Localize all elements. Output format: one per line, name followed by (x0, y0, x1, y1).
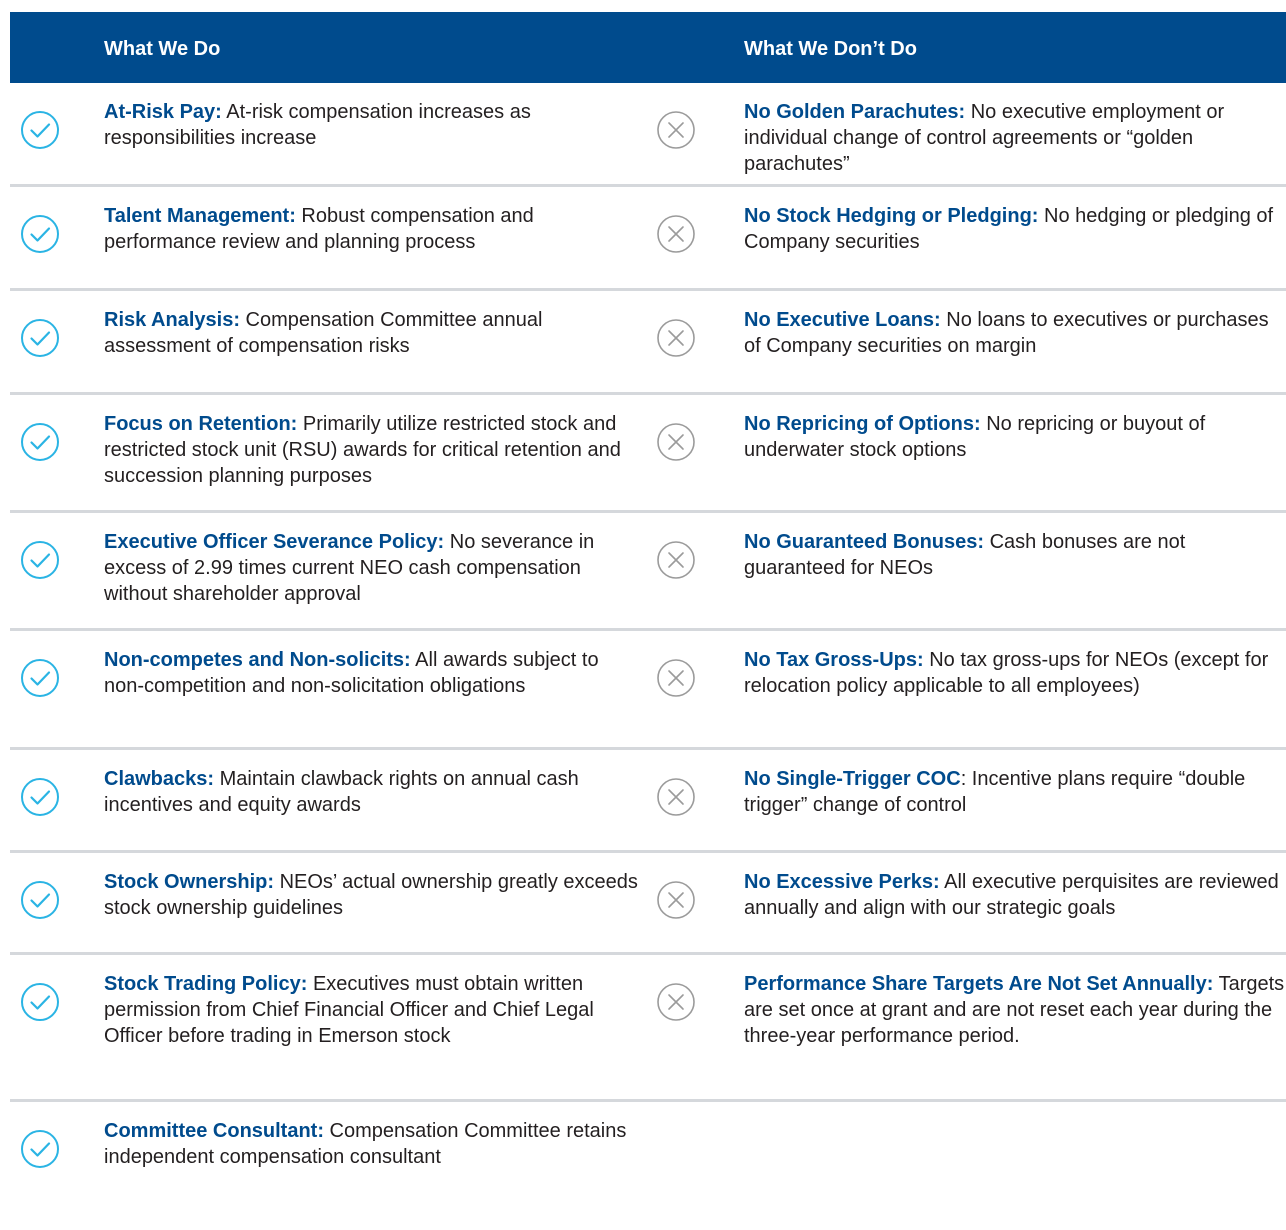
table-row: Committee Consultant: Compensation Commi… (10, 1102, 1286, 1182)
practice-do: Stock Trading Policy: Executives must ob… (104, 971, 644, 1049)
x-circle-icon (656, 880, 696, 920)
practice-do: Clawbacks: Maintain clawback rights on a… (104, 766, 644, 818)
table-row: Non-competes and Non-solicits: All award… (10, 631, 1286, 750)
check-circle-icon (20, 658, 60, 698)
practice-title: Clawbacks: (104, 768, 215, 790)
x-circle-icon (656, 422, 696, 462)
practice-dont: No Executive Loans: No loans to executiv… (744, 307, 1286, 359)
check-circle-icon (20, 880, 60, 920)
practice-title: Talent Management: (104, 205, 296, 227)
x-circle-icon (656, 777, 696, 817)
table-row: Risk Analysis: Compensation Committee an… (10, 291, 1286, 395)
table-row: Talent Management: Robust compensation a… (10, 187, 1286, 291)
practice-do: Focus on Retention: Primarily utilize re… (104, 411, 644, 489)
practice-do: Stock Ownership: NEOs’ actual ownership … (104, 869, 644, 921)
practice-title: No Golden Parachutes: (744, 101, 966, 123)
practice-title: Performance Share Targets Are Not Set An… (744, 973, 1214, 995)
table-row: Focus on Retention: Primarily utilize re… (10, 395, 1286, 513)
table-row: Stock Trading Policy: Executives must ob… (10, 955, 1286, 1102)
practices-table: What We Do What We Don’t Do At-Risk Pay:… (10, 12, 1286, 1182)
practice-dont: No Tax Gross-Ups: No tax gross-ups for N… (744, 647, 1286, 699)
check-circle-icon (20, 110, 60, 150)
practice-title: No Repricing of Options: (744, 413, 981, 435)
practice-title: Focus on Retention: (104, 413, 298, 435)
practice-do: Executive Officer Severance Policy: No s… (104, 529, 644, 607)
table-row: At-Risk Pay: At-risk compensation increa… (10, 83, 1286, 187)
check-circle-icon (20, 982, 60, 1022)
practice-dont: No Guaranteed Bonuses: Cash bonuses are … (744, 529, 1286, 581)
x-circle-icon (656, 214, 696, 254)
practice-title: No Executive Loans: (744, 309, 941, 331)
x-circle-icon (656, 110, 696, 150)
practice-title: Non-competes and Non-solicits: (104, 649, 411, 671)
practice-dont: Performance Share Targets Are Not Set An… (744, 971, 1286, 1049)
practice-dont: No Stock Hedging or Pledging: No hedging… (744, 203, 1286, 255)
x-circle-icon (656, 982, 696, 1022)
header-what-we-do: What We Do (104, 38, 221, 60)
x-circle-icon (656, 540, 696, 580)
practice-dont: No Repricing of Options: No repricing or… (744, 411, 1286, 463)
table-header: What We Do What We Don’t Do (10, 12, 1286, 83)
practice-do: At-Risk Pay: At-risk compensation increa… (104, 99, 644, 151)
practice-do: Non-competes and Non-solicits: All award… (104, 647, 644, 699)
practice-title: No Excessive Perks: (744, 871, 940, 893)
check-circle-icon (20, 422, 60, 462)
table-row: Stock Ownership: NEOs’ actual ownership … (10, 853, 1286, 955)
check-circle-icon (20, 777, 60, 817)
check-circle-icon (20, 318, 60, 358)
table-row: Clawbacks: Maintain clawback rights on a… (10, 750, 1286, 853)
practice-title: No Stock Hedging or Pledging: (744, 205, 1039, 227)
practice-do: Talent Management: Robust compensation a… (104, 203, 644, 255)
check-circle-icon (20, 1129, 60, 1169)
practice-title: Stock Trading Policy: (104, 973, 308, 995)
x-circle-icon (656, 658, 696, 698)
practice-title: No Guaranteed Bonuses: (744, 531, 985, 553)
practice-do: Committee Consultant: Compensation Commi… (104, 1118, 644, 1170)
practice-title: No Tax Gross-Ups: (744, 649, 924, 671)
practice-title: Executive Officer Severance Policy: (104, 531, 445, 553)
practice-title: No Single-Trigger COC (744, 768, 961, 790)
practice-title: At-Risk Pay: (104, 101, 222, 123)
practice-do: Risk Analysis: Compensation Committee an… (104, 307, 644, 359)
practice-title: Stock Ownership: (104, 871, 275, 893)
x-circle-icon (656, 318, 696, 358)
check-circle-icon (20, 214, 60, 254)
table-row: Executive Officer Severance Policy: No s… (10, 513, 1286, 631)
practice-dont: No Excessive Perks: All executive perqui… (744, 869, 1286, 921)
check-circle-icon (20, 540, 60, 580)
practice-title: Risk Analysis: (104, 309, 240, 331)
practice-title: Committee Consultant: (104, 1120, 324, 1142)
practice-dont: No Golden Parachutes: No executive emplo… (744, 99, 1286, 177)
header-what-we-dont-do: What We Don’t Do (744, 38, 917, 60)
practice-dont: No Single-Trigger COC: Incentive plans r… (744, 766, 1286, 818)
